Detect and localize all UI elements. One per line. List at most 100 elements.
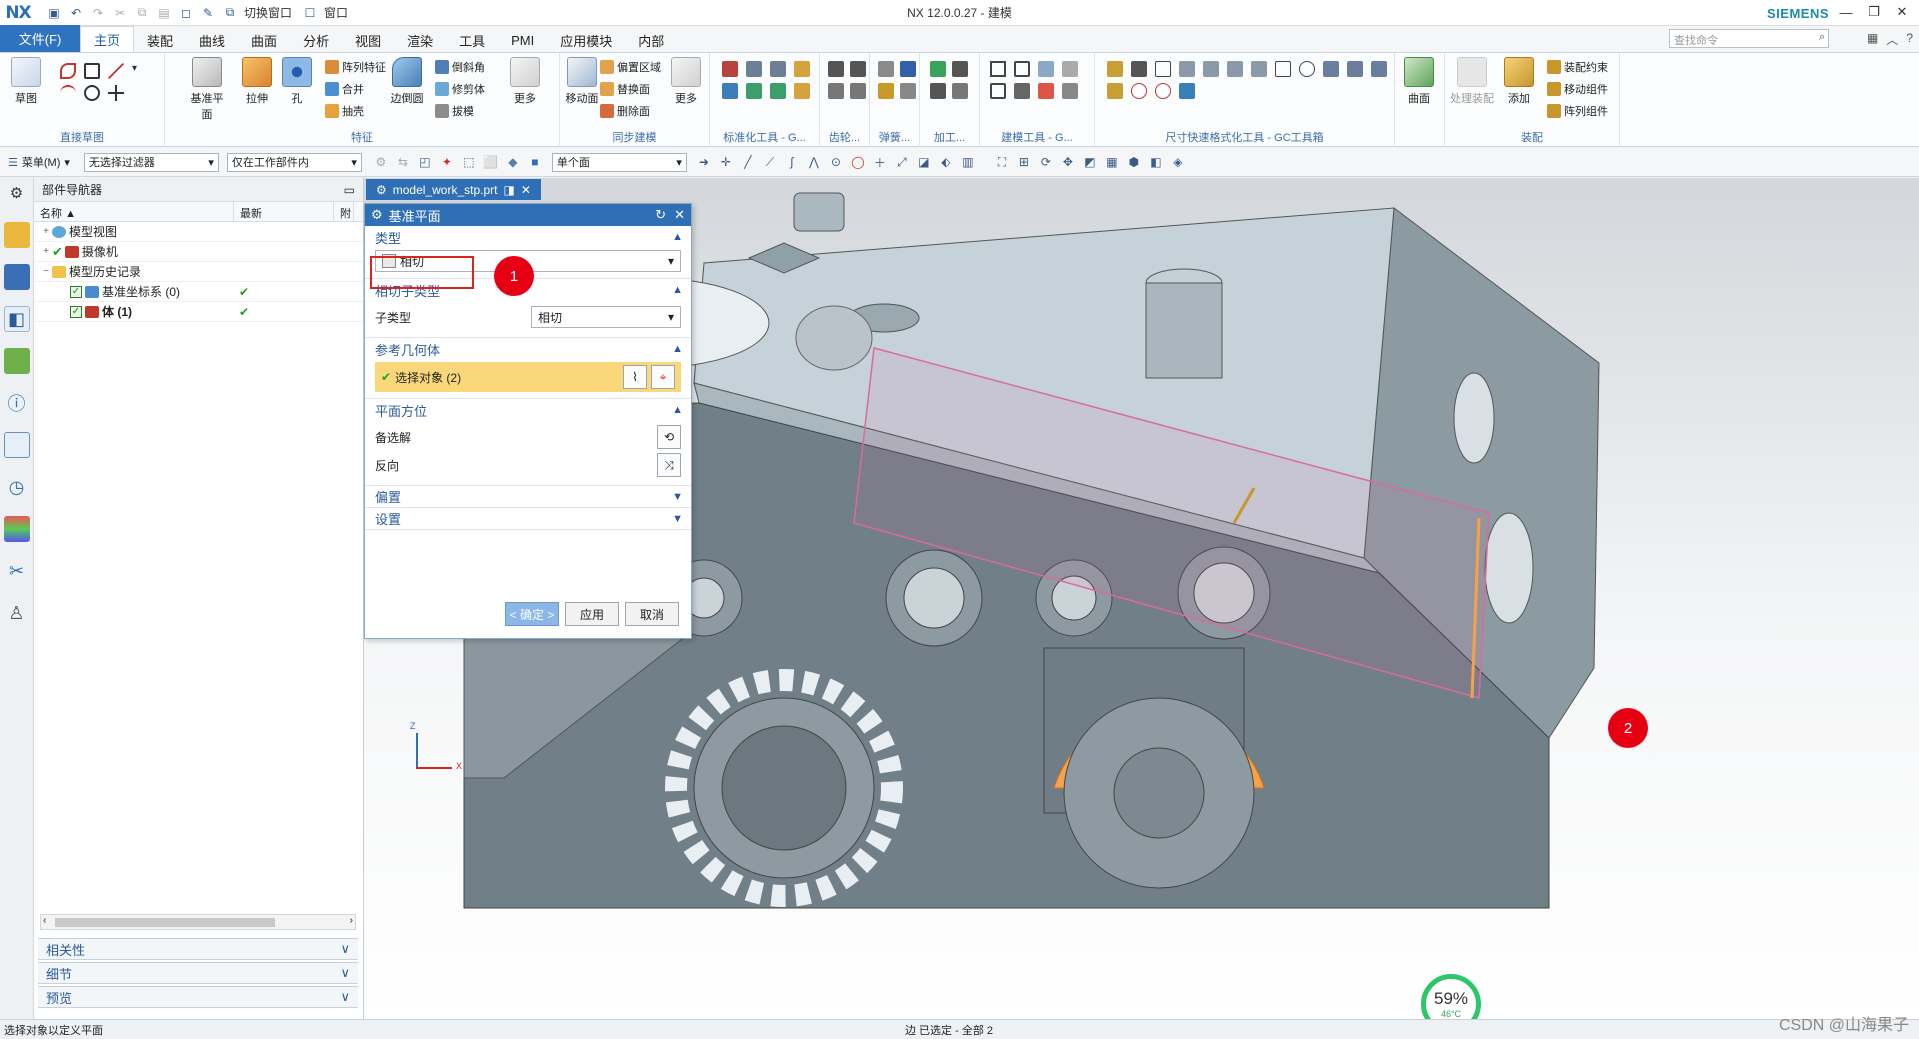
arc-icon[interactable] — [60, 85, 76, 101]
tab-applications[interactable]: 应用模块 — [547, 28, 625, 52]
part-navigator-icon[interactable]: ◧ — [3, 306, 30, 332]
dim-style-1-icon[interactable] — [1107, 61, 1123, 77]
collapse-ribbon-icon[interactable]: ︿ — [1886, 31, 1898, 48]
system-materials-icon[interactable] — [3, 516, 30, 542]
delete-face-button[interactable]: 删除面 — [600, 103, 650, 119]
horizontal-scrollbar[interactable]: ‹ › — [40, 914, 356, 930]
perspective-icon[interactable]: ◩ — [1081, 153, 1099, 171]
type-filter-select[interactable]: 无选择过滤器 ▾ — [83, 152, 219, 172]
window-icon[interactable]: ☐ — [300, 4, 320, 22]
history-icon[interactable]: ◷ — [4, 474, 30, 500]
filter-reset-icon[interactable]: ⚙ — [372, 153, 390, 171]
preview-panel-header[interactable]: 预览 ∨ — [38, 986, 358, 1008]
web-browser-icon[interactable] — [3, 432, 30, 458]
dependencies-panel-header[interactable]: 相关性 ∨ — [38, 938, 358, 960]
rotate-icon[interactable]: ⟳ — [1037, 153, 1055, 171]
pattern-feature-button[interactable]: 阵列特征 — [325, 59, 386, 75]
settings-gear-icon[interactable]: ⚙ — [4, 180, 30, 206]
process-studio-icon[interactable]: ✂ — [4, 558, 30, 584]
repeat-command-icon[interactable]: ◻ — [176, 4, 196, 22]
triangle-tool-icon[interactable] — [990, 61, 1006, 77]
replace-face-button[interactable]: 替换面 — [600, 81, 650, 97]
compression-spring-icon[interactable] — [878, 61, 894, 77]
assembly-navigator-icon[interactable] — [3, 222, 30, 248]
unite-button[interactable]: 合并 — [325, 81, 364, 97]
snap-endpoint-icon[interactable]: ✛ — [717, 153, 735, 171]
sync-more-button[interactable]: 更多 — [666, 57, 706, 106]
snap-icon[interactable]: ✦ — [438, 153, 456, 171]
select-box-icon[interactable]: ⬜ — [482, 153, 500, 171]
file-menu-tab[interactable]: 文件(F) — [0, 25, 80, 52]
hd3d-icon[interactable]: ⓘ — [4, 390, 30, 416]
spring-clip-icon[interactable] — [722, 83, 738, 99]
key-icon[interactable] — [770, 83, 786, 99]
bevel-gear-icon[interactable] — [850, 61, 866, 77]
snap-center-icon[interactable]: ⊙ — [827, 153, 845, 171]
subtype-dropdown[interactable]: 相切 ▾ — [531, 306, 681, 328]
assembly-constraint-button[interactable]: 装配约束 — [1547, 59, 1608, 75]
help-icon[interactable]: ? — [1906, 31, 1913, 48]
more-sketch-icon[interactable]: ▾ — [132, 63, 148, 79]
dim-style-2-icon[interactable] — [1131, 61, 1147, 77]
roles-icon[interactable]: ♙ — [4, 600, 30, 626]
weld-icon[interactable] — [952, 61, 968, 77]
dim-tol-4-icon[interactable] — [1251, 61, 1267, 77]
dim-diameter-icon[interactable] — [1131, 83, 1147, 99]
check-feature-icon[interactable] — [930, 61, 946, 77]
drill-icon[interactable] — [952, 83, 968, 99]
frame-tool-icon[interactable] — [1014, 61, 1030, 77]
offset-region-button[interactable]: 偏置区域 — [600, 59, 661, 75]
tab-internal[interactable]: 内部 — [625, 28, 677, 52]
dim-tol-1-icon[interactable] — [1179, 61, 1195, 77]
dim-link-icon[interactable] — [1179, 83, 1195, 99]
document-tab[interactable]: ⚙ model_work_stp.prt ◨ ✕ — [366, 179, 541, 200]
shell-button[interactable]: 抽壳 — [325, 103, 364, 119]
dim-tool-icon[interactable] — [1062, 61, 1078, 77]
washer-icon[interactable] — [770, 61, 786, 77]
tab-home[interactable]: 主页 — [80, 26, 135, 52]
tab-analysis[interactable]: 分析 — [290, 28, 342, 52]
close-icon[interactable]: ✕ — [674, 207, 685, 223]
hole-button[interactable]: 孔 — [277, 57, 317, 106]
dim-fit-3-icon[interactable] — [1371, 61, 1387, 77]
settings-section-header[interactable]: 设置 ▼ — [365, 508, 691, 530]
dim-fit-1-icon[interactable] — [1323, 61, 1339, 77]
snap-bounded-icon[interactable]: ⬖ — [937, 153, 955, 171]
profile-icon[interactable] — [60, 63, 76, 79]
highlight-icon[interactable]: ⬚ — [460, 153, 478, 171]
cancel-button[interactable]: 取消 — [625, 602, 679, 626]
cylindrical-gear-icon[interactable] — [828, 61, 844, 77]
dim-box-icon[interactable] — [1275, 61, 1291, 77]
select-object-field[interactable]: ✔ 选择对象 (2) ⌇ ⌖ — [375, 362, 681, 392]
snap-face-icon[interactable]: ◪ — [915, 153, 933, 171]
save-icon[interactable]: ▣ — [44, 4, 64, 22]
snap-midpoint-icon[interactable]: ⟋ — [761, 153, 779, 171]
circle-icon[interactable] — [84, 85, 100, 101]
visibility-checkbox[interactable]: ✓ — [70, 305, 82, 318]
datum-plane-button[interactable]: 基准平面 — [187, 57, 227, 122]
draft-button[interactable]: 拔模 — [435, 103, 474, 119]
type-section-header[interactable]: 类型 ▲ — [365, 226, 691, 248]
scroll-left-icon[interactable]: ‹ — [43, 915, 46, 926]
torsion-spring-icon[interactable] — [900, 61, 916, 77]
arrow-right-icon[interactable]: ➜ — [695, 153, 713, 171]
pin-icon[interactable] — [794, 61, 810, 77]
add-component-button[interactable]: 添加 — [1499, 57, 1539, 106]
ribbon-layout-icon[interactable]: ▦ — [1867, 31, 1878, 48]
close-window-button[interactable]: ✕ — [1889, 2, 1915, 22]
dim-tol-2-icon[interactable] — [1203, 61, 1219, 77]
tab-pmi[interactable]: PMI — [498, 28, 547, 52]
extrude-button[interactable]: 拉伸 — [237, 57, 277, 106]
reference-geometry-header[interactable]: 参考几何体 ▲ — [365, 338, 691, 360]
ok-button[interactable]: < 确定 > — [505, 602, 559, 626]
snap-extend-icon[interactable]: ▥ — [959, 153, 977, 171]
redo-icon[interactable]: ↷ — [88, 4, 108, 22]
select-face-icon[interactable]: ■ — [526, 153, 544, 171]
bolt-icon[interactable] — [722, 61, 738, 77]
tab-pin-icon[interactable]: ◨ — [503, 183, 514, 197]
command-search-input[interactable]: 查找命令 ⌕ — [1669, 29, 1829, 48]
process-assembly-button[interactable]: 处理装配 — [1449, 57, 1495, 106]
extension-spring-icon[interactable] — [878, 83, 894, 99]
pattern-component-button[interactable]: 阵列组件 — [1547, 103, 1608, 119]
search-icon[interactable]: ⌕ — [1819, 31, 1825, 44]
